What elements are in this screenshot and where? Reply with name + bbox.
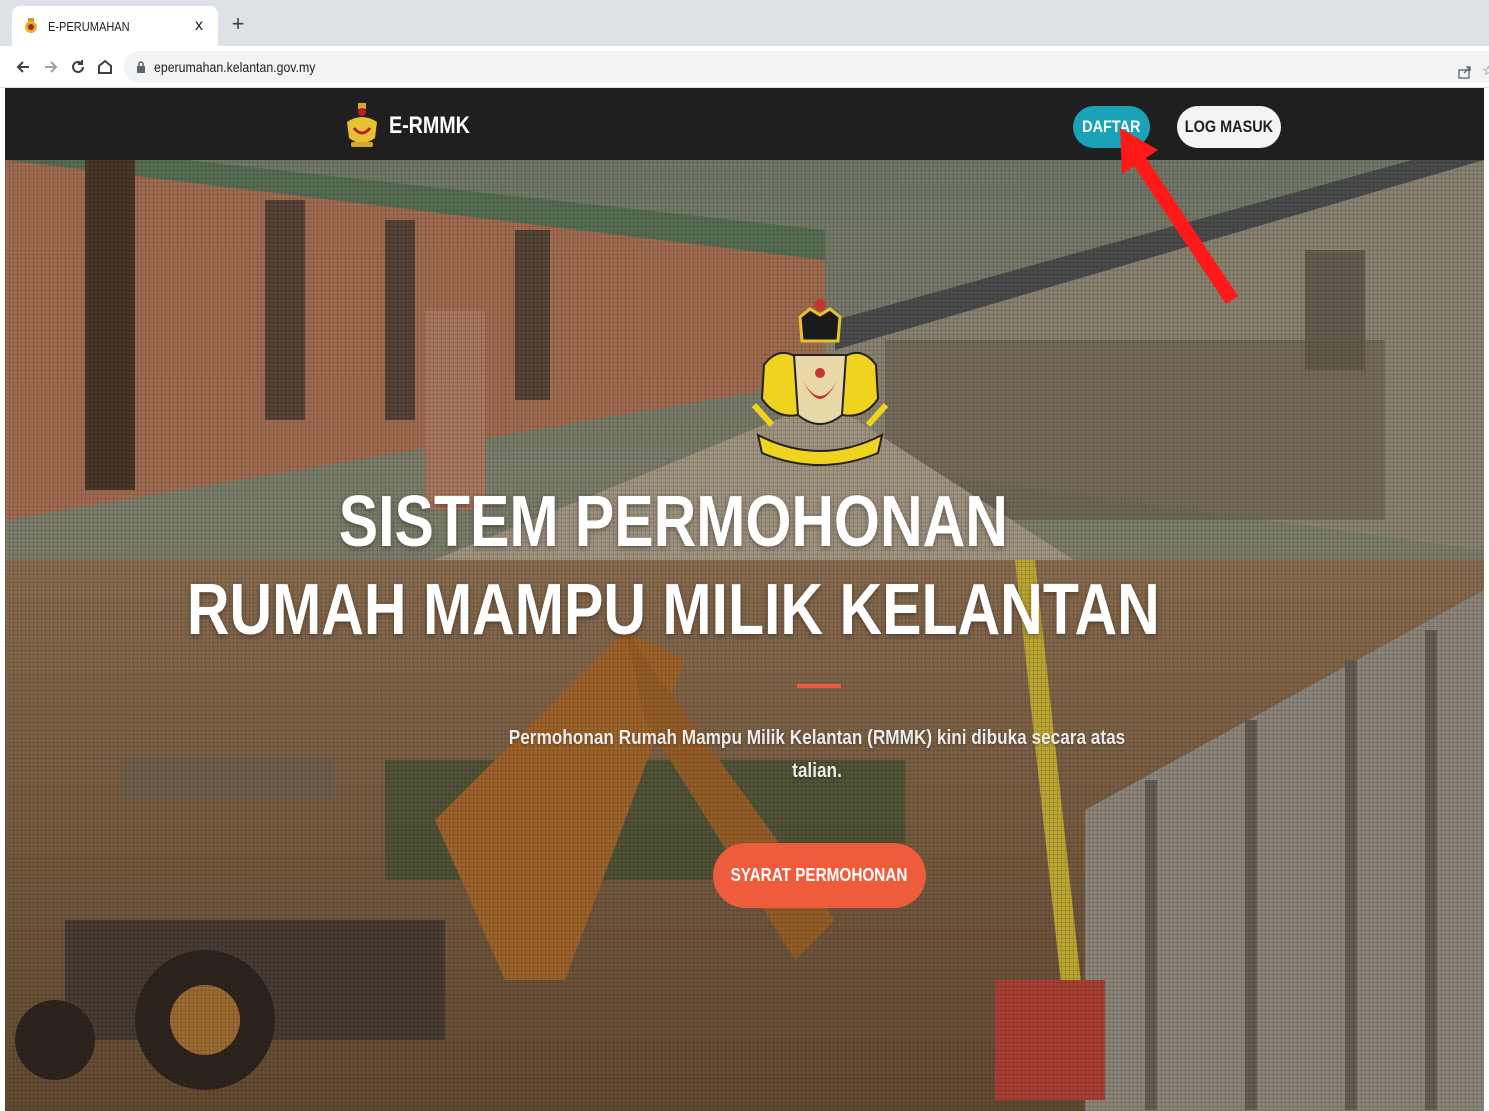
syarat-permohonan-button[interactable]: SYARAT PERMOHONAN <box>713 843 926 908</box>
home-icon <box>98 59 112 74</box>
hero-description: Permohonan Rumah Mampu Milik Kelantan (R… <box>508 727 1126 782</box>
annotation-arrow-icon <box>1120 128 1238 304</box>
tab-title: E-PERUMAHAN <box>48 18 130 34</box>
new-tab-button[interactable]: + <box>226 12 250 36</box>
address-bar[interactable]: eperumahan.kelantan.gov.my ☆ <box>124 51 1489 83</box>
syarat-permohonan-label: SYARAT PERMOHONAN <box>731 865 908 885</box>
home-button[interactable] <box>92 54 118 80</box>
kelantan-crest-icon <box>751 299 889 466</box>
hero-section: SISTEM PERMOHONAN RUMAH MAMPU MILIK KELA… <box>5 160 1484 1111</box>
crest-favicon-icon <box>25 18 37 33</box>
hero-title: SISTEM PERMOHONAN RUMAH MAMPU MILIK KELA… <box>5 478 1342 654</box>
hero-title-line-1: SISTEM PERMOHONAN <box>338 482 1008 562</box>
site-navbar: E-RMMK DAFTAR LOG MASUK <box>5 88 1484 160</box>
lock-icon <box>137 60 145 73</box>
browser-tab[interactable]: E-PERUMAHAN x <box>12 6 218 46</box>
tab-close-icon[interactable]: x <box>190 17 208 35</box>
forward-button[interactable] <box>38 54 64 80</box>
brand-name: E-RMMK <box>389 112 470 139</box>
url-text: eperumahan.kelantan.gov.my <box>154 59 316 75</box>
back-icon <box>16 61 29 73</box>
hero-divider <box>797 684 841 688</box>
browser-toolbar: eperumahan.kelantan.gov.my ☆ <box>0 46 1489 88</box>
web-page: E-RMMK DAFTAR LOG MASUK SISTEM PERMOHONA… <box>5 88 1484 1111</box>
reload-icon <box>72 60 84 73</box>
back-button[interactable] <box>10 54 36 80</box>
hero-title-line-2: RUMAH MAMPU MILIK KELANTAN <box>186 570 1160 650</box>
browser-tabstrip: E-PERUMAHAN x + <box>0 0 1489 46</box>
share-icon[interactable] <box>1458 65 1472 79</box>
reload-button[interactable] <box>65 54 91 80</box>
kelantan-crest-logo-icon <box>347 103 377 147</box>
star-icon[interactable]: ☆ <box>1482 63 1489 79</box>
forward-icon <box>45 61 58 73</box>
brand[interactable]: E-RMMK <box>343 102 488 150</box>
